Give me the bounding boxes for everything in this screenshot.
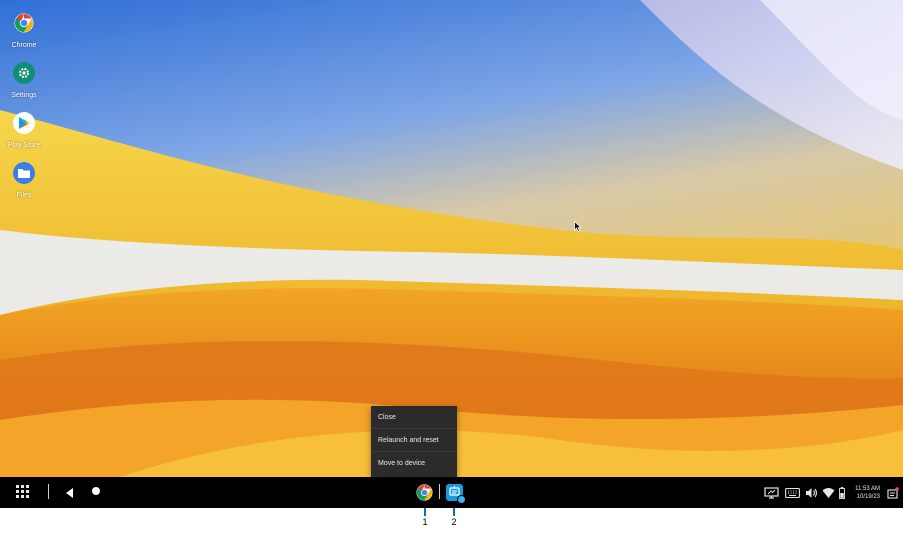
- clock-time: 11:53 AM: [855, 486, 880, 492]
- notifications-icon[interactable]: [887, 486, 899, 499]
- annotation-label: 1: [422, 517, 428, 527]
- clock[interactable]: 11:53 AM 10/19/23: [848, 485, 880, 501]
- volume-icon[interactable]: [805, 486, 818, 498]
- annotation-line: [424, 508, 426, 516]
- clock-date: 10/19/23: [856, 494, 880, 500]
- keyboard-icon[interactable]: [785, 486, 800, 499]
- chrome-icon: [13, 12, 35, 34]
- annotation-line: [453, 508, 455, 516]
- desktop-icon-label: Settings: [11, 92, 37, 99]
- gear-icon: [13, 62, 35, 84]
- back-triangle-icon[interactable]: [64, 486, 74, 498]
- annotation-label: 2: [451, 517, 457, 527]
- app-grid-icon[interactable]: [16, 485, 30, 499]
- helper-app-icon[interactable]: [446, 484, 466, 504]
- desktop-icon-label: Play Store: [7, 142, 41, 149]
- taskbar: 11:53 AM 10/19/23: [0, 477, 903, 508]
- folder-icon: [13, 162, 35, 184]
- desktop-icon-files[interactable]: Files: [0, 162, 48, 199]
- desktop-icon-label: Files: [16, 192, 32, 199]
- desktop-screen: Chrome Settings Play Store Files Close R…: [0, 0, 903, 533]
- wifi-icon[interactable]: [822, 486, 835, 498]
- context-menu: Close Relaunch and reset Move to device: [371, 406, 457, 477]
- desktop-icon-chrome[interactable]: Chrome: [0, 12, 48, 49]
- desktop-icon-settings[interactable]: Settings: [0, 62, 48, 99]
- menu-item-move-to-device[interactable]: Move to device: [371, 452, 457, 475]
- desktop-icon-label: Chrome: [11, 42, 37, 49]
- menu-item-relaunch-and-reset[interactable]: Relaunch and reset: [371, 429, 457, 452]
- screen-cast-icon[interactable]: [764, 486, 779, 499]
- play-store-icon: [13, 112, 35, 134]
- taskbar-divider: [48, 484, 49, 499]
- mouse-cursor-icon: [574, 219, 583, 237]
- home-circle-icon[interactable]: [92, 487, 100, 495]
- app-badge-icon: [457, 495, 466, 504]
- battery-icon[interactable]: [839, 486, 845, 499]
- menu-item-close[interactable]: Close: [371, 406, 457, 429]
- taskbar-divider: [439, 484, 440, 499]
- desktop-icon-play-store[interactable]: Play Store: [0, 112, 48, 149]
- chrome-icon[interactable]: [416, 484, 433, 501]
